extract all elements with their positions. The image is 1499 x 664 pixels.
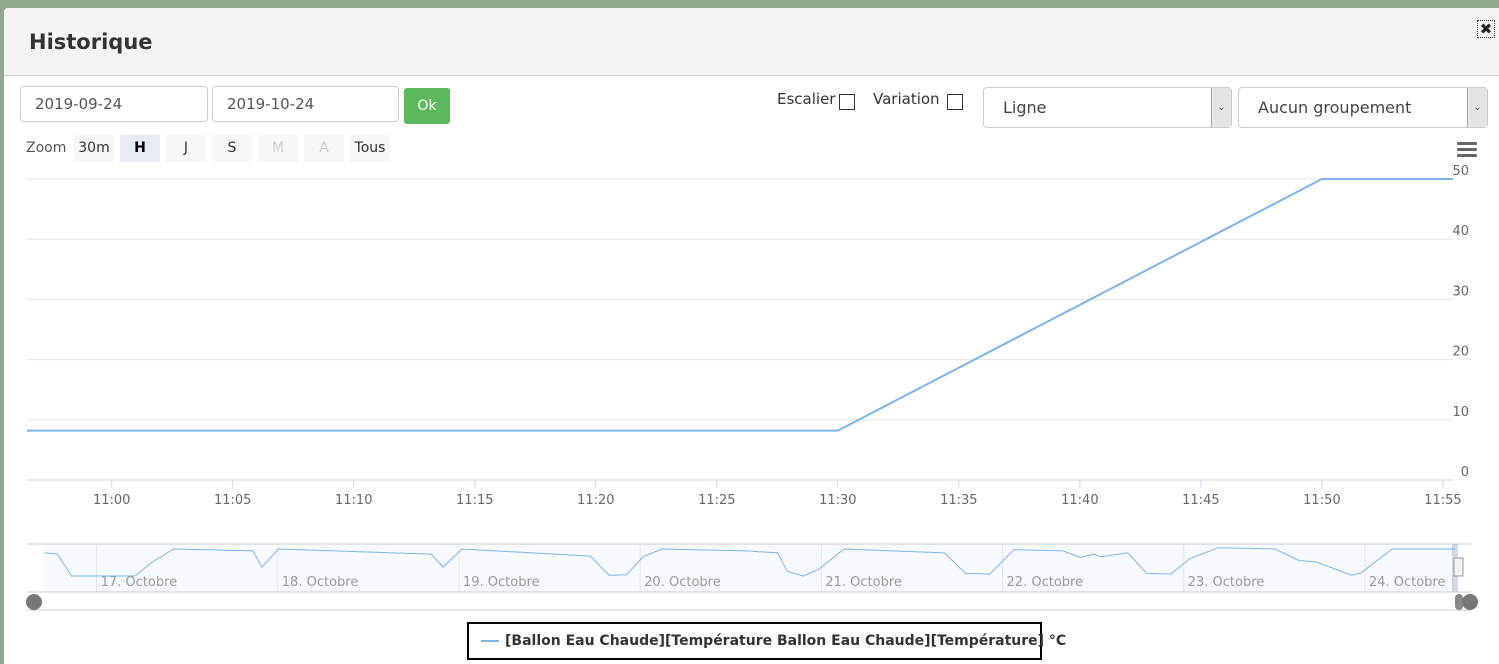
y-tick-label: 30 <box>1452 284 1469 299</box>
navigator-x-label: 18. Octobre <box>282 575 359 590</box>
y-tick-label: 10 <box>1452 405 1469 420</box>
x-tick-label: 11:05 <box>214 493 251 508</box>
y-tick-label: 20 <box>1452 345 1469 360</box>
x-tick-label: 11:10 <box>335 493 372 508</box>
scroll-right-arrow-icon[interactable] <box>1462 594 1478 610</box>
navigator-x-label: 24. Octobre <box>1369 575 1446 590</box>
x-tick-label: 11:55 <box>1424 493 1461 508</box>
x-tick-label: 11:00 <box>93 493 130 508</box>
x-tick-label: 11:30 <box>819 493 856 508</box>
main-series-line <box>27 178 1453 432</box>
navigator-x-label: 22. Octobre <box>1007 575 1084 590</box>
scroll-left-arrow-icon[interactable] <box>26 594 42 610</box>
history-chart: 0 10 20 30 40 50 11:00 11:05 11:10 11:15 11:20 11:2… <box>26 164 1478 611</box>
x-tick-label: 11:40 <box>1061 493 1098 508</box>
x-tick-label: 11:45 <box>1182 493 1219 508</box>
legend[interactable]: [Ballon Eau Chaude][Température Ballon E… <box>467 622 1066 660</box>
navigator-x-label: 19. Octobre <box>463 575 540 590</box>
navigator-handle[interactable] <box>1453 557 1464 577</box>
navigator-x-label: 20. Octobre <box>644 575 721 590</box>
x-tick-label: 11:20 <box>577 493 614 508</box>
legend-label: [Ballon Eau Chaude][Température Ballon E… <box>505 633 1067 649</box>
y-tick-label: 40 <box>1452 224 1469 239</box>
y-tick-label: 0 <box>1461 465 1469 480</box>
navigator-x-label: 17. Octobre <box>101 575 178 590</box>
legend-swatch <box>481 640 499 642</box>
scrollbar-thumb[interactable] <box>1455 594 1463 610</box>
history-dialog: Historique ✖ 2019-09-24 2019-10-24 Ok Es… <box>4 8 1499 664</box>
navigator-x-label: 21. Octobre <box>825 575 902 590</box>
x-tick-label: 11:15 <box>456 493 493 508</box>
navigator-x-label: 23. Octobre <box>1188 575 1265 590</box>
x-tick-label: 11:35 <box>940 493 977 508</box>
x-tick-label: 11:25 <box>698 493 735 508</box>
x-tick-label: 11:50 <box>1303 493 1340 508</box>
y-tick-label: 50 <box>1452 164 1469 179</box>
